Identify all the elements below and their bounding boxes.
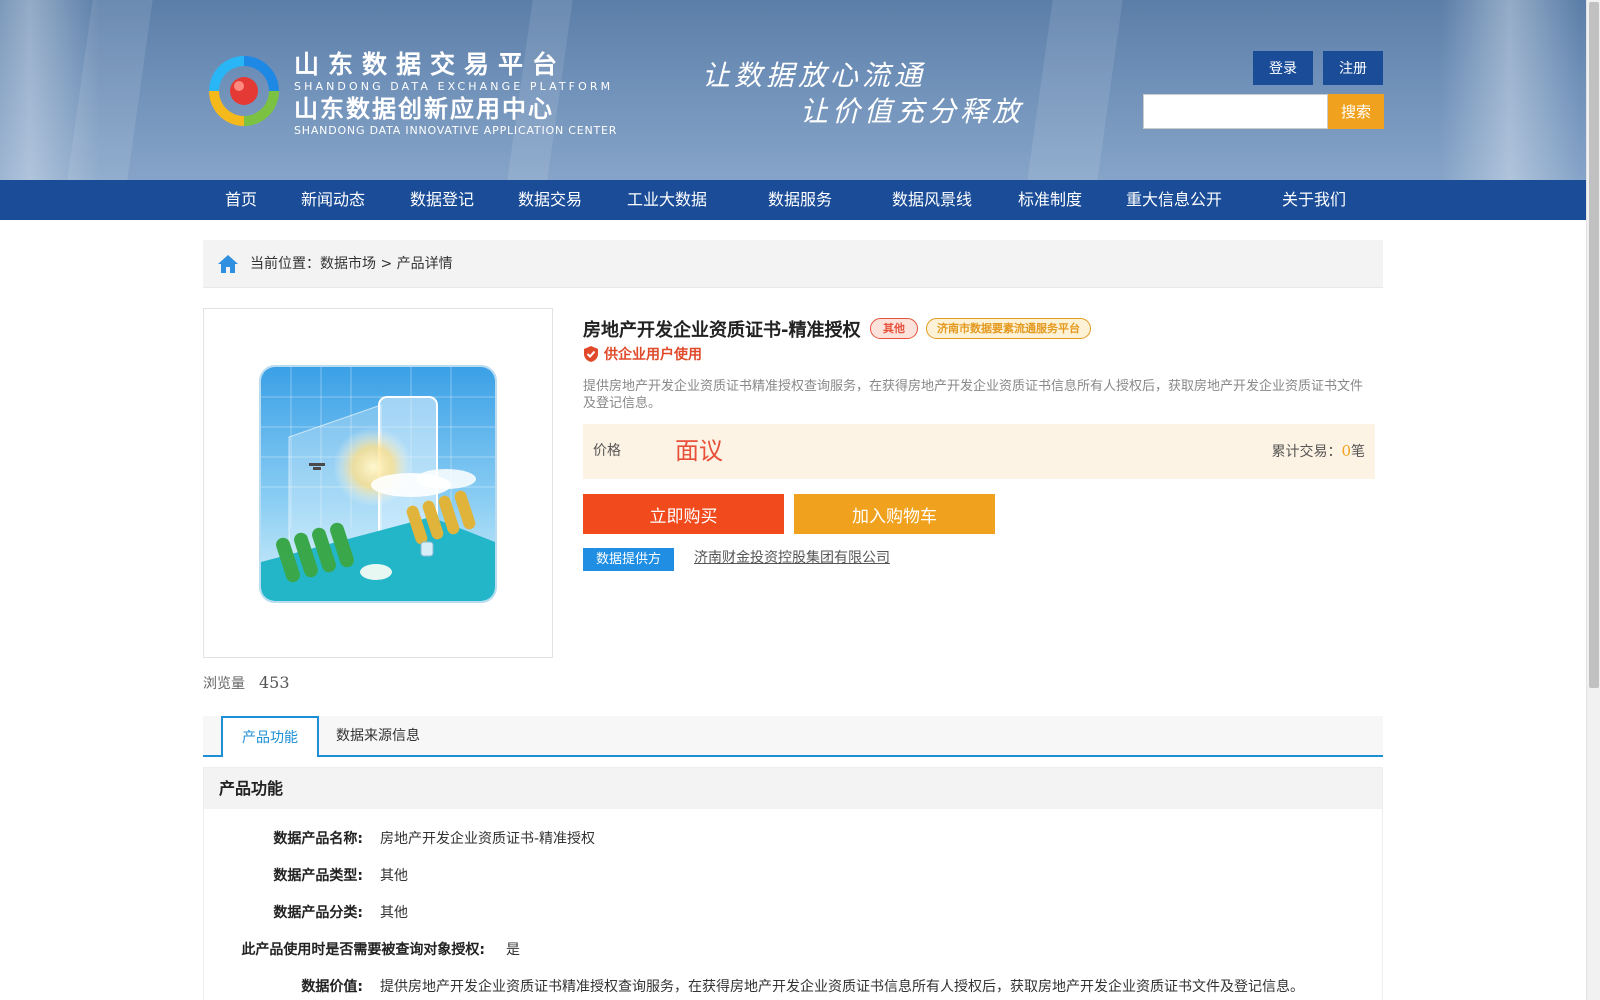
trade-count-label: 累计交易： [1271, 444, 1342, 460]
view-count-value: 453 [259, 673, 290, 692]
breadcrumb-link-market[interactable]: 数据市场 [320, 256, 376, 272]
spec-value-name: 房地产开发企业资质证书-精准授权 [380, 831, 596, 847]
breadcrumb-separator: > [380, 256, 393, 272]
nav-item-home[interactable]: 首页 [225, 180, 257, 220]
nav-item-standards[interactable]: 标准制度 [1018, 180, 1082, 220]
trade-count-unit: 笔 [1351, 444, 1365, 460]
scrollbar-thumb[interactable] [1589, 2, 1599, 688]
search-input[interactable] [1143, 94, 1328, 129]
nav-item-disclosure[interactable]: 重大信息公开 [1126, 180, 1222, 220]
tab-data-source[interactable]: 数据来源信息 [336, 716, 420, 757]
product-description: 提供房地产开发企业资质证书精准授权查询服务，在获得房地产开发企业资质证书信息所有… [583, 379, 1364, 411]
breadcrumb: 当前位置：数据市场 > 产品详情 [203, 240, 1383, 288]
add-to-cart-button[interactable]: 加入购物车 [794, 494, 995, 534]
site-header: 山东数据交易平台 SHANDONG DATA EXCHANGE PLATFORM… [0, 0, 1586, 180]
register-button[interactable]: 注册 [1323, 51, 1383, 85]
slogan-line-2: 让价值充分释放 [800, 95, 1025, 128]
product-title: 房地产开发企业资质证书-精准授权 [583, 320, 861, 341]
platform-tag: 济南市数据要素流通服务平台 [926, 318, 1091, 339]
brand-title-cn: 山东数据交易平台 [294, 50, 567, 79]
view-count-label: 浏览量 [203, 676, 245, 692]
product-image [259, 365, 497, 603]
spec-key-category: 数据产品分类: [273, 905, 363, 921]
spec-key-authorization: 此产品使用时是否需要被查询对象授权: [241, 942, 485, 958]
platform-logo-icon [209, 56, 279, 126]
price-value: 面议 [675, 437, 723, 465]
buy-now-button[interactable]: 立即购买 [583, 494, 784, 534]
product-image-frame [203, 308, 553, 658]
spec-key-value: 数据价值: [301, 979, 363, 995]
header-decoration [1027, 0, 1123, 180]
nav-item-about[interactable]: 关于我们 [1282, 180, 1346, 220]
spec-value-type: 其他 [380, 868, 408, 884]
tab-product-function[interactable]: 产品功能 [221, 716, 319, 757]
spec-key-name: 数据产品名称: [273, 831, 363, 847]
page-scrollbar[interactable] [1586, 0, 1600, 1000]
nav-item-registration[interactable]: 数据登记 [410, 180, 474, 220]
detail-tabs: 产品功能 数据来源信息 [203, 716, 1383, 757]
section-title: 产品功能 [204, 768, 1382, 809]
spec-value-authorization: 是 [506, 942, 520, 958]
brand-title-en: SHANDONG DATA EXCHANGE PLATFORM [294, 80, 614, 93]
view-count: 浏览量 453 [203, 673, 290, 693]
brand-subtitle-cn: 山东数据创新应用中心 [294, 95, 554, 123]
slogan-line-1: 让数据放心流通 [702, 59, 927, 92]
nav-item-trading[interactable]: 数据交易 [518, 180, 582, 220]
main-nav: 首页 新闻动态 数据登记 数据交易 工业大数据 数据服务 数据风景线 标准制度 … [0, 180, 1586, 220]
header-decoration [1440, 0, 1580, 180]
nav-item-industrial-data[interactable]: 工业大数据 [627, 180, 707, 220]
shield-check-icon [584, 346, 598, 362]
provider-label-badge: 数据提供方 [583, 548, 674, 571]
breadcrumb-prefix: 当前位置： [250, 256, 320, 272]
spec-key-type: 数据产品类型: [273, 868, 363, 884]
enterprise-only-label: 供企业用户使用 [604, 347, 702, 363]
search-button[interactable]: 搜索 [1328, 94, 1384, 129]
nav-item-news[interactable]: 新闻动态 [301, 180, 365, 220]
brand-subtitle-en: SHANDONG DATA INNOVATIVE APPLICATION CEN… [294, 124, 618, 137]
spec-value-category: 其他 [380, 905, 408, 921]
brand-block: 山东数据交易平台 SHANDONG DATA EXCHANGE PLATFORM… [294, 50, 617, 137]
header-decoration [0, 0, 100, 180]
nav-item-data-services[interactable]: 数据服务 [768, 180, 832, 220]
trade-count-value: 0 [1341, 442, 1351, 460]
login-button[interactable]: 登录 [1253, 51, 1313, 85]
home-icon [218, 255, 238, 273]
breadcrumb-text: 当前位置：数据市场 > 产品详情 [250, 240, 453, 288]
nav-item-data-scenery[interactable]: 数据风景线 [892, 180, 972, 220]
breadcrumb-current: 产品详情 [396, 256, 453, 272]
spec-value-value: 提供房地产开发企业资质证书精准授权查询服务，在获得房地产开发企业资质证书信息所有… [380, 979, 1304, 995]
trade-count: 累计交易：0笔 [1271, 424, 1365, 480]
price-label: 价格 [593, 443, 621, 459]
price-bar: 价格 面议 累计交易：0笔 [583, 424, 1375, 479]
provider-link[interactable]: 济南财金投资控股集团有限公司 [694, 548, 890, 568]
category-tag: 其他 [870, 318, 918, 339]
product-illustration-icon [261, 367, 495, 601]
